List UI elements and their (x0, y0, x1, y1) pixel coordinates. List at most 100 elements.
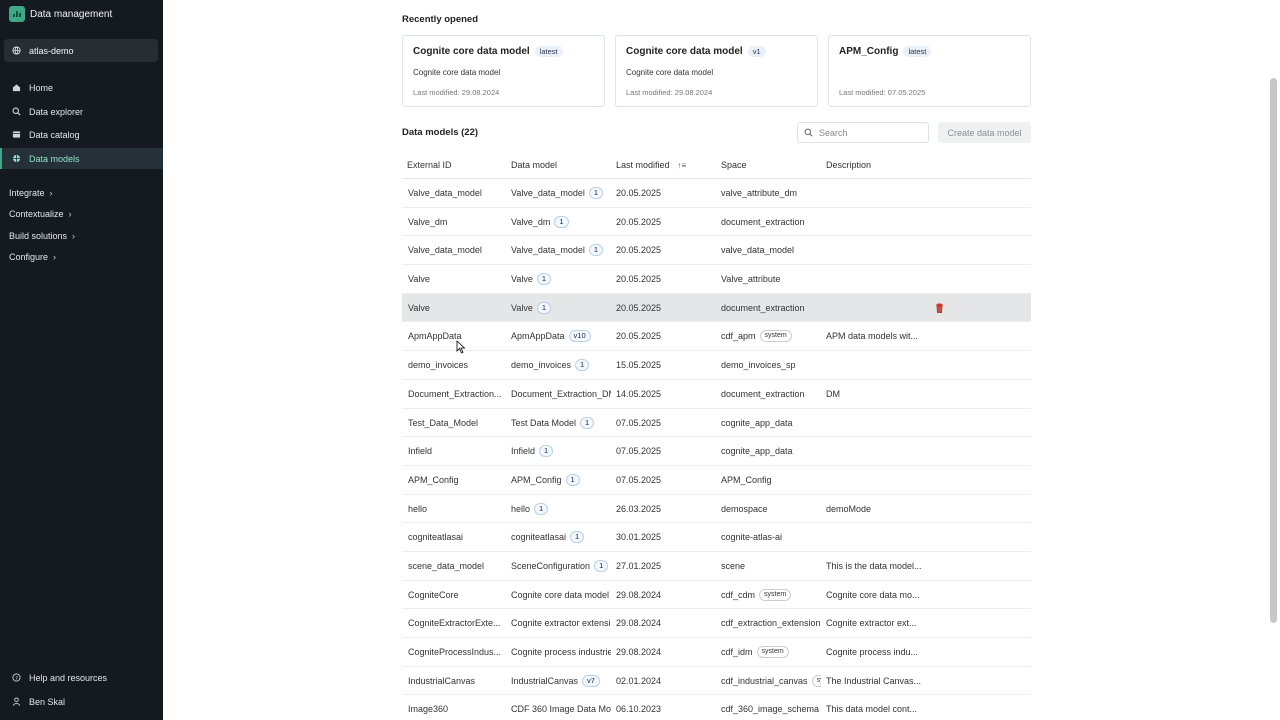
column-header-last-modified[interactable]: Last modified ↑≡ (616, 160, 686, 170)
cell-space: cdf_cdm system (721, 581, 821, 609)
version-badge: 1 (539, 445, 554, 458)
cell-external-id: Valve_data_model (408, 245, 482, 256)
cell-last-modified: 29.08.2024 (616, 618, 662, 629)
cell-description (826, 294, 926, 322)
help-and-resources[interactable]: ? Help and resources (0, 667, 163, 688)
table-row[interactable]: CogniteProcessIndus... Cognite process in… (402, 638, 1031, 667)
cell-data-model: Valve_data_model 1 (511, 179, 611, 207)
search-box[interactable] (797, 122, 929, 143)
table-row[interactable]: Image360 CDF 360 Image Data Mo 06.10.2023 c… (402, 695, 1031, 720)
table-row[interactable]: scene_data_model SceneConfiguration 1 27.01… (402, 552, 1031, 581)
nav-item-data-models[interactable]: Data models (0, 148, 163, 169)
cell-last-modified: 07.05.2025 (616, 474, 662, 485)
nav-item-label: Data explorer (29, 106, 84, 117)
table-row[interactable]: ApmAppData ApmAppData v10 20.05.2025 cdf_apm… (402, 322, 1031, 352)
cell-last-modified: 29.08.2024 (616, 647, 662, 657)
version-badge: latest (903, 46, 932, 57)
recent-card[interactable]: Cognite core data model latest Cognite c… (402, 35, 605, 107)
table-row[interactable]: Valve Valve 1 20.05.2025 Valve_attribute (402, 265, 1031, 294)
cell-data-model: Document_Extraction_DM (511, 388, 611, 399)
delete-icon[interactable] (935, 303, 944, 313)
nav-section-integrate[interactable]: Integrate › (9, 185, 53, 201)
nav-item-data-catalog[interactable]: Data catalog (0, 124, 163, 145)
table-row[interactable]: CogniteExtractorExte... Cognite extractor… (402, 609, 1031, 638)
nav-section-build-solutions[interactable]: Build solutions › (9, 228, 75, 244)
user-icon (12, 697, 21, 706)
help-label: Help and resources (29, 672, 108, 683)
table-row[interactable]: demo_invoices demo_invoices 1 15.05.2025 dem… (402, 351, 1031, 380)
cell-external-id: Test_Data_Model (408, 417, 479, 428)
cell-description (826, 236, 926, 264)
table-row[interactable]: cogniteatlasai cogniteatlasai 1 30.01.2025 c… (402, 523, 1031, 552)
cell-description: Cognite extractor ext... (826, 618, 917, 629)
cell-data-model: SceneConfiguration 1 (511, 552, 611, 580)
table-row[interactable]: Valve_data_model Valve_data_model 1 20.05.2… (402, 179, 1031, 208)
cell-data-model: Cognite process industrie (511, 647, 611, 657)
cell-data-model: Valve 1 (511, 265, 611, 293)
cell-last-modified: 29.08.2024 (616, 589, 662, 600)
cell-data-model: Cognite core data model (511, 589, 610, 600)
nav-item-label: Home (29, 82, 54, 93)
table-row[interactable]: Document_Extraction... Document_Extractio… (402, 380, 1031, 409)
cell-description (826, 208, 926, 236)
nav-section-configure[interactable]: Configure › (9, 249, 56, 265)
user-profile[interactable]: Ben Skal (0, 691, 163, 712)
cell-description (826, 466, 926, 494)
project-selector[interactable]: atlas-demo (4, 39, 158, 62)
scrollbar[interactable] (1270, 78, 1277, 623)
table-row[interactable]: hello hello 1 26.03.2025 demospace demoMode (402, 495, 1031, 524)
version-badge: v1 (747, 46, 766, 57)
recent-card[interactable]: APM_Config latest Last modified: 07.05.2… (828, 35, 1031, 107)
nav-section-contextualize[interactable]: Contextualize › (9, 206, 72, 222)
column-header-external-id[interactable]: External ID (407, 160, 452, 170)
cell-space: cognite-atlas-ai (721, 532, 783, 543)
data-management-logo-icon (9, 6, 25, 22)
version-badge: 1 (565, 473, 580, 486)
recent-card-title: Cognite core data model (413, 46, 530, 57)
cell-external-id: CogniteExtractorExte... (408, 618, 501, 629)
table-row[interactable]: Valve_dm Valve_dm 1 20.05.2025 document_extr… (402, 208, 1031, 237)
column-header-description[interactable]: Description (826, 160, 871, 170)
cell-space: cognite_app_data (721, 417, 793, 428)
cell-space: valve_attribute_dm (721, 188, 798, 198)
table-row[interactable]: IndustrialCanvas IndustrialCanvas v7 02.01.… (402, 667, 1031, 696)
brand[interactable]: Data management (9, 5, 112, 23)
cell-description: The Industrial Canvas... (826, 675, 922, 686)
cell-description: Cognite process indu... (826, 647, 919, 657)
table-row[interactable]: Valve_data_model Valve_data_model 1 20.05.2… (402, 236, 1031, 266)
cell-space: valve_data_model (721, 245, 795, 256)
sidebar: Data management atlas-demo Home Data exp… (0, 0, 163, 720)
cell-external-id: Valve (408, 274, 430, 285)
cell-last-modified: 20.05.2025 (616, 245, 662, 256)
table-row[interactable]: Valve Valve 1 20.05.2025 document_extraction (402, 293, 1031, 323)
table-row[interactable]: Test_Data_Model Test Data Model 1 07.05.202… (402, 409, 1031, 438)
table-row[interactable]: CogniteCore Cognite core data model 29.08.… (402, 581, 1031, 610)
cell-description (826, 523, 926, 551)
column-header-space[interactable]: Space (721, 160, 747, 170)
sort-icon[interactable]: ↑≡ (678, 161, 687, 170)
column-header-data-model[interactable]: Data model (511, 160, 557, 170)
cell-description: This data model cont... (826, 704, 918, 715)
search-input[interactable] (819, 127, 919, 138)
cell-space: demospace (721, 503, 768, 514)
table-row[interactable]: Infield Infield 1 07.05.2025 cognite_app_dat… (402, 437, 1031, 466)
table-row[interactable]: APM_Config APM_Config 1 07.05.2025 APM_Confi… (402, 466, 1031, 495)
nav-item-home[interactable]: Home (0, 77, 163, 98)
cell-last-modified: 06.10.2023 (616, 704, 662, 715)
cell-last-modified: 20.05.2025 (616, 331, 662, 342)
recent-card-date: Last modified: 29.08.2024 (626, 88, 713, 97)
recently-opened-title: Recently opened (402, 14, 479, 25)
chevron-right-icon: › (49, 188, 53, 198)
cell-external-id: IndustrialCanvas (408, 675, 476, 686)
data-models-icon (12, 154, 21, 163)
version-badge: 1 (588, 187, 604, 199)
cell-last-modified: 30.01.2025 (616, 532, 662, 543)
cell-last-modified: 20.05.2025 (616, 302, 662, 313)
help-icon: ? (12, 673, 21, 682)
recent-card[interactable]: Cognite core data model v1 Cognite core … (615, 35, 818, 107)
cell-last-modified: 15.05.2025 (616, 360, 662, 371)
recent-card-title: Cognite core data model (626, 46, 743, 57)
cell-data-model: demo_invoices 1 (511, 351, 611, 379)
create-data-model-button[interactable]: Create data model (938, 122, 1031, 143)
nav-item-data-explorer[interactable]: Data explorer (0, 101, 163, 122)
